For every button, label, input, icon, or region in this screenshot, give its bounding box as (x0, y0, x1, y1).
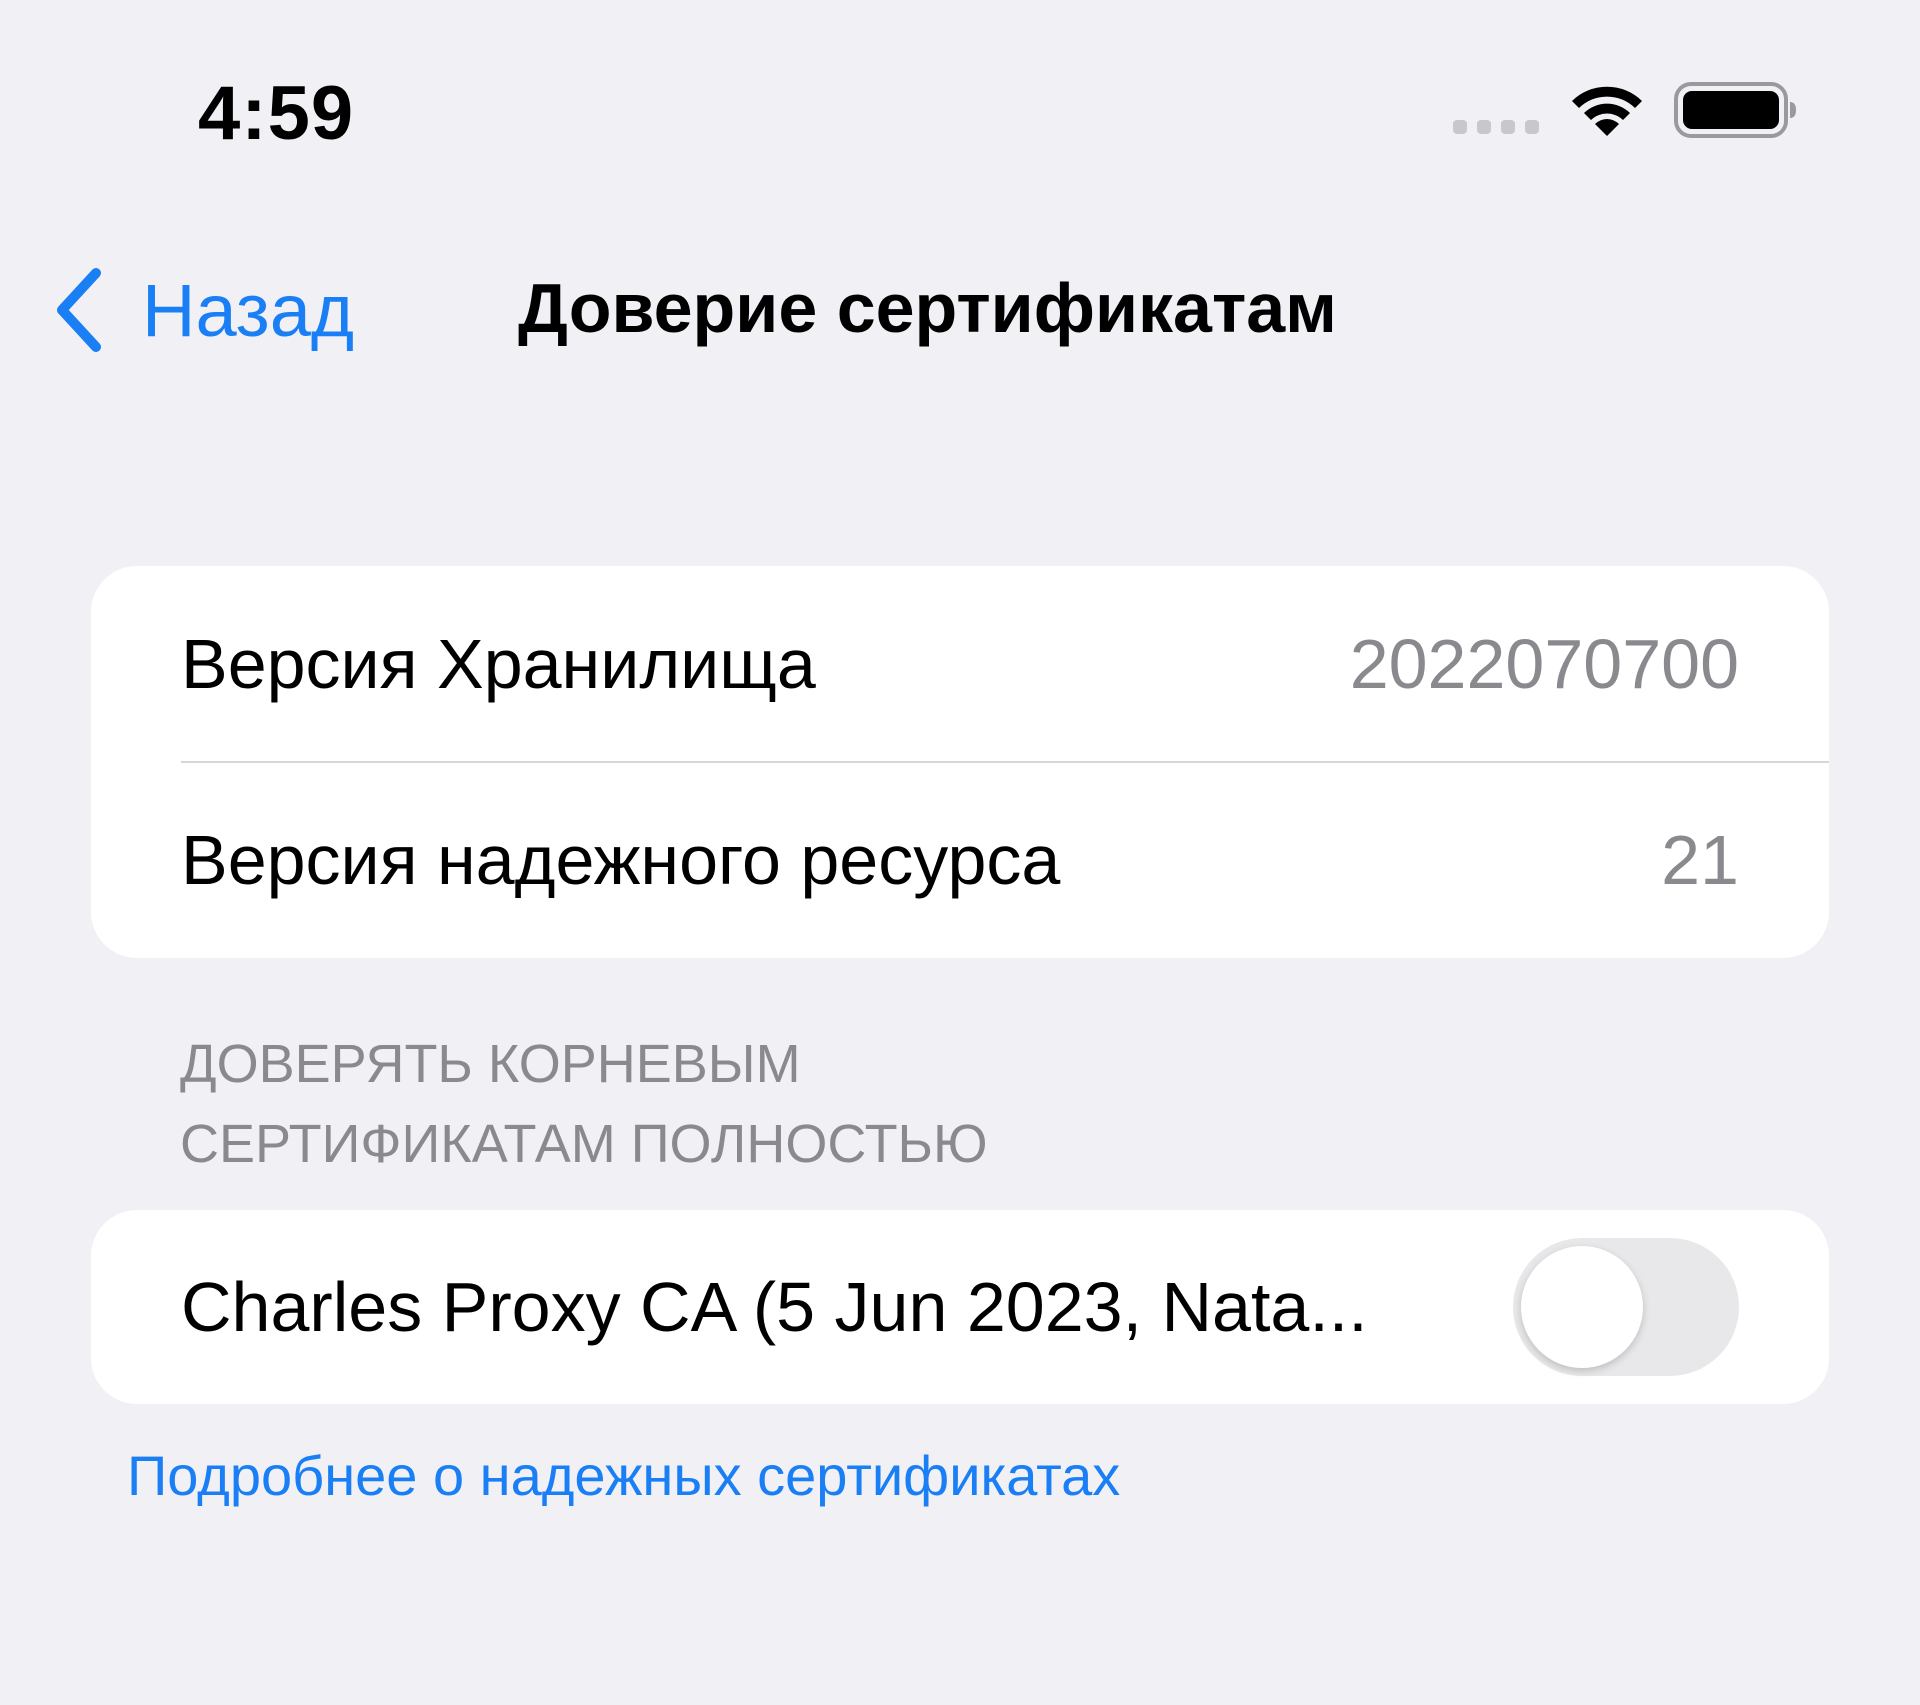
store-version-row: Версия Хранилища 2022070700 (91, 566, 1829, 762)
certificate-group: Charles Proxy CA (5 Jun 2023, Nata... (91, 1210, 1829, 1404)
wifi-icon (1572, 86, 1642, 136)
navigation-bar: Назад Доверие сертификатам (0, 230, 1920, 390)
status-time: 4:59 (198, 71, 355, 156)
version-info-group: Версия Хранилища 2022070700 Версия надеж… (91, 566, 1829, 958)
certificate-trust-toggle[interactable] (1513, 1238, 1739, 1376)
section-header: ДОВЕРЯТЬ КОРНЕВЫМ СЕРТИФИКАТАМ ПОЛНОСТЬЮ (180, 1024, 1380, 1184)
battery-icon (1674, 82, 1796, 138)
section-header-line2: СЕРТИФИКАТАМ ПОЛНОСТЬЮ (180, 1114, 988, 1174)
section-header-line1: ДОВЕРЯТЬ КОРНЕВЫМ (180, 1034, 801, 1094)
back-button[interactable]: Назад (50, 260, 354, 360)
back-label: Назад (142, 268, 355, 352)
trust-asset-version-label: Версия надежного ресурса (181, 821, 1061, 899)
toggle-knob (1521, 1246, 1643, 1368)
certificate-label: Charles Proxy CA (5 Jun 2023, Nata... (181, 1268, 1368, 1346)
page-title: Доверие сертификатам (518, 269, 1337, 347)
store-version-label: Версия Хранилища (181, 625, 816, 703)
chevron-left-icon (57, 268, 101, 352)
status-bar: 4:59 (0, 0, 1920, 170)
learn-more-link[interactable]: Подробнее о надежных сертификатах (127, 1443, 1120, 1508)
trust-asset-version-row: Версия надежного ресурса 21 (91, 762, 1829, 958)
trust-asset-version-value: 21 (1661, 821, 1739, 899)
cellular-signal-icon (1453, 120, 1539, 134)
store-version-value: 2022070700 (1349, 625, 1739, 703)
